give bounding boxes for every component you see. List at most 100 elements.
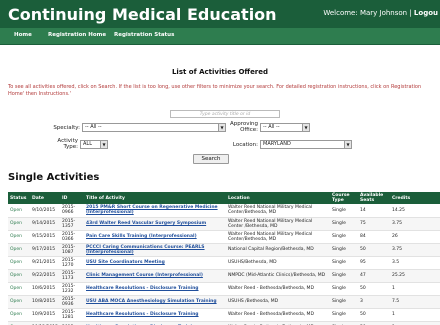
credits-cell: 26 (390, 230, 440, 244)
credits-cell: 1 (390, 321, 440, 325)
available-seats-cell: 50 (358, 321, 390, 325)
available-seats-cell: 95 (358, 256, 390, 270)
activity-title-link[interactable]: Clinic Management Course (Interprofessio… (86, 273, 203, 278)
activity-id-cell: 2015- (60, 321, 84, 325)
activity-title-link[interactable]: PCCCI Caring Communications Course: PEAR… (86, 245, 205, 255)
column-header[interactable]: Date (30, 192, 60, 204)
approving-office-value: -- All -- (263, 124, 280, 130)
location-cell: Walter Reed - Bethesda/Bethesda, MD (226, 321, 330, 325)
column-header[interactable]: Course Type (330, 192, 358, 204)
filter-panel: Type activity title or id Specialty: -- … (52, 110, 388, 168)
status-cell: Open (8, 256, 30, 270)
column-header[interactable]: Status (8, 192, 30, 204)
app-title: Continuing Medical Education (8, 5, 277, 24)
table-row: Open 10/9/2015 2015-1281 Healthcare Resolut… (8, 308, 440, 322)
table-row: Open 10/8/2015 2015-0936 USU ABA MOCA Anest… (8, 295, 440, 309)
table-row: Open 9/22/2015 2015-1173 Clinic Management … (8, 269, 440, 283)
search-button[interactable]: Search (193, 154, 229, 164)
column-header[interactable]: Available Seats (358, 192, 390, 204)
activity-id-cell: 2015-1281 (60, 308, 84, 322)
credits-cell: 3.75 (390, 217, 440, 231)
chevron-down-icon: ▼ (302, 124, 309, 131)
activity-title-link[interactable]: Pain Care Skills Training (Interprofessi… (86, 234, 197, 239)
welcome-text: Welcome: Mary Johnson | Logou (323, 9, 438, 17)
status-cell: Open (8, 217, 30, 231)
column-header[interactable]: ID (60, 192, 84, 204)
logout-link[interactable]: Logou (414, 9, 438, 17)
available-seats-cell: 3 (358, 295, 390, 309)
specialty-value: -- All -- (85, 124, 102, 130)
available-seats-cell: 50 (358, 282, 390, 296)
chevron-down-icon: ▼ (218, 124, 225, 131)
table-header-row: Status Date ID Title of Activity Locatio… (8, 192, 440, 204)
date-cell: 10/6/2015 (30, 282, 60, 296)
credits-cell: 3.5 (390, 256, 440, 270)
chevron-down-icon: ▼ (344, 141, 351, 148)
date-cell: 10/9/2015 (30, 308, 60, 322)
location-label: Location: (232, 142, 258, 148)
activity-id-cell: 2015-1087 (60, 243, 84, 257)
available-seats-cell: 50 (358, 243, 390, 257)
available-seats-cell: 50 (358, 308, 390, 322)
location-select[interactable]: MARYLAND ▼ (260, 140, 352, 149)
activity-title-link[interactable]: Healthcare Resolutions - Disclosure Trai… (86, 312, 199, 317)
title-cell: Healthcare Resolutions - Disclosure Trai… (84, 282, 226, 296)
available-seats-cell: 14 (358, 204, 390, 218)
date-cell: 10/13/2015 (30, 321, 60, 325)
date-cell: 9/14/2015 (30, 217, 60, 231)
activity-title-link[interactable]: 2015 PM&R Short Course on Regenerative M… (86, 205, 218, 215)
credits-cell: 1 (390, 282, 440, 296)
location-cell: USUHS/Bethesda, MD (226, 256, 330, 270)
location-cell: National Capital Region/Bethesda, MD (226, 243, 330, 257)
table-row: Open 9/15/2015 2015-0366 Pain Care Skills T… (8, 230, 440, 244)
welcome-user: Welcome: Mary Johnson | (323, 9, 414, 17)
location-cell: Walter Reed National Military Medical Ce… (226, 217, 330, 231)
activity-type-label: Activity Type: (57, 138, 78, 150)
column-header[interactable]: Location (226, 192, 330, 204)
table-row: Open 9/21/2015 2015-1270 USU Site Coordinat… (8, 256, 440, 270)
activity-title-link[interactable]: USU Site Coordinators Meeting (86, 260, 165, 265)
activity-title-link[interactable]: USU ABA MOCA Anesthesiology Simulation T… (86, 299, 217, 304)
title-cell: 2015 PM&R Short Course on Regenerative M… (84, 204, 226, 218)
approving-office-select[interactable]: -- All -- ▼ (260, 123, 310, 132)
available-seats-cell: 47 (358, 269, 390, 283)
nav-home[interactable]: Home (14, 32, 32, 38)
course-type-cell: Single (330, 295, 358, 309)
table-row: Open 9/17/2015 2015-1087 PCCCI Caring Commu… (8, 243, 440, 257)
activity-type-value: ALL (83, 141, 92, 147)
specialty-select[interactable]: -- All -- ▼ (82, 123, 226, 132)
activity-title-link[interactable]: 43rd Walter Reed Vascular Surgery Sympos… (86, 221, 206, 226)
course-type-cell: Single (330, 282, 358, 296)
location-cell: Walter Reed - Bethesda/Bethesda, MD (226, 282, 330, 296)
course-type-cell: Single (330, 230, 358, 244)
credits-cell: 1 (390, 308, 440, 322)
activity-id-cell: 2015-0966 (60, 204, 84, 218)
activity-id-cell: 2015-1270 (60, 256, 84, 270)
title-cell: PCCCI Caring Communications Course: PEAR… (84, 243, 226, 257)
column-header[interactable]: Credits (390, 192, 440, 204)
activity-type-select[interactable]: ALL ▼ (80, 140, 108, 149)
location-cell: Walter Reed National Military Medical Ce… (226, 204, 330, 218)
activity-id-cell: 2015-0936 (60, 295, 84, 309)
nav-registration-status[interactable]: Registration Status (114, 32, 174, 38)
main-nav: Home Registration Home Registration Stat… (0, 28, 440, 45)
chevron-down-icon: ▼ (100, 141, 107, 148)
keyword-search-input[interactable]: Type activity title or id (170, 110, 280, 118)
location-cell: USUHS /Bethesda, MD (226, 295, 330, 309)
location-cell: Walter Reed National Military Medical Ce… (226, 230, 330, 244)
title-cell: USU Site Coordinators Meeting (84, 256, 226, 270)
course-type-cell: Single (330, 217, 358, 231)
column-header[interactable]: Title of Activity (84, 192, 226, 204)
course-type-cell: Single (330, 204, 358, 218)
specialty-label: Specialty: (53, 125, 80, 131)
activity-title-link[interactable]: Healthcare Resolutions - Disclosure Trai… (86, 286, 199, 291)
status-cell: Open (8, 230, 30, 244)
activity-id-cell: 2015-0366 (60, 230, 84, 244)
title-cell: USU ABA MOCA Anesthesiology Simulation T… (84, 295, 226, 309)
nav-registration-home[interactable]: Registration Home (48, 32, 106, 38)
activities-table: Status Date ID Title of Activity Locatio… (8, 192, 440, 325)
title-cell: Healthcare Resolutions - Disclosure Trai… (84, 308, 226, 322)
course-type-cell: Single (330, 243, 358, 257)
app-header: Continuing Medical Education Welcome: Ma… (0, 0, 440, 28)
approving-office-label: Approving Office: (229, 121, 258, 133)
